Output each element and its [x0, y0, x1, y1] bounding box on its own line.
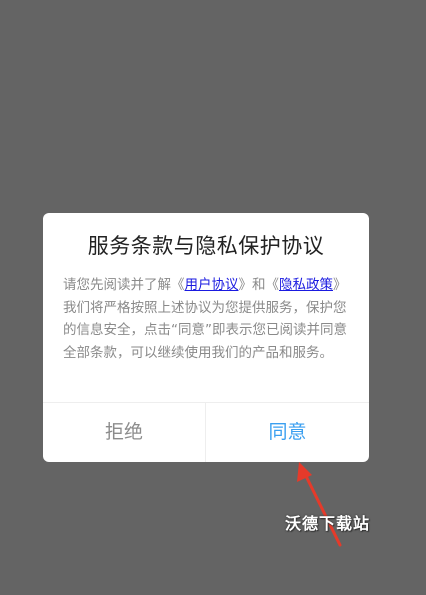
watermark-text: 沃德下载站	[285, 514, 371, 533]
screen-overlay: 服务条款与隐私保护协议 请您先阅读并了解《用户协议》和《隐私政策》我们将严格按照…	[0, 0, 426, 595]
red-arrow-icon	[297, 462, 342, 547]
